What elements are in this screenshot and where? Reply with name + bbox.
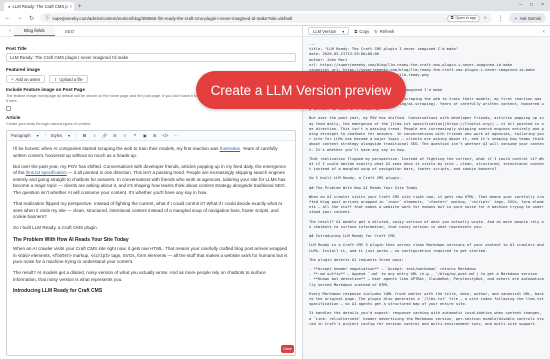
bold-icon[interactable]: B <box>82 133 87 138</box>
refresh-button[interactable]: ↻ Refresh <box>374 29 394 34</box>
tab-seo[interactable]: SEO <box>55 26 85 36</box>
inline-code: <footer> <box>52 252 72 258</box>
chevron-down-icon: ▾ <box>68 133 71 138</box>
version-select[interactable]: LLM Version ▾ <box>308 27 350 35</box>
copy-label: Copy <box>359 28 370 34</box>
article-label: Article <box>6 115 21 120</box>
reload-icon[interactable]: ↻ <box>28 15 35 22</box>
markdown-line: - **Known bot detection** — User agents … <box>309 277 544 287</box>
tab-blog-fields[interactable]: Blog fields <box>14 26 55 36</box>
sparkle-icon: ✦ <box>514 15 518 21</box>
rich-text-editor[interactable]: Paragraph ▾ Styles ▾ B I 🔗 ☰ ≡ ❝ ▣ ⊞ </> ⋯… <box>6 130 296 356</box>
text-run: elements, <box>29 252 53 258</box>
post-title-label: Post Title <box>6 46 27 51</box>
markdown-line: That realization flipped my perspective.… <box>309 156 544 172</box>
window-controls: – □ × <box>513 2 550 10</box>
image-icon[interactable]: ▣ <box>142 133 147 138</box>
llms-txt-link[interactable]: llms.txt specification <box>26 170 67 175</box>
code-icon[interactable]: </> <box>162 133 168 138</box>
article-paragraph: So I built LLM Ready, a Craft CMS plugin… <box>13 225 98 231</box>
frustration-link[interactable]: frustration <box>220 146 240 151</box>
numbered-list-icon[interactable]: ≡ <box>122 133 127 138</box>
article-heading: Introducing LLM Ready for Craft CMS <box>13 288 103 295</box>
add-asset-button[interactable]: + Add an asset <box>6 75 45 83</box>
checkbox-icon <box>6 106 11 111</box>
article-paragraph: But over the past year, my POV has shift… <box>13 164 289 197</box>
panel-back-icon[interactable]: ‹ <box>6 26 14 36</box>
quote-icon[interactable]: ❝ <box>132 133 137 138</box>
markdown-line: Every Markdown response includes YAML fr… <box>309 291 547 307</box>
back-arrow-icon[interactable]: ← <box>4 15 11 21</box>
address-url: superjeeeeky.com/admin/content/entries/b… <box>52 15 293 21</box>
text-run: markup, <box>71 252 91 258</box>
gemini-button[interactable]: ✦ Ask Gemini <box>509 13 546 23</box>
upload-icon: ⇪ <box>53 76 58 82</box>
article-paragraph: When an AI crawler visits your Craft CMS… <box>13 246 289 266</box>
refresh-icon: ↻ <box>374 28 378 34</box>
extensions-icon[interactable]: ⋮ <box>497 15 504 22</box>
markdown-line: The result? AI models get a diluted, noi… <box>309 219 544 229</box>
open-in-app-label: Open in app <box>455 16 477 20</box>
app-window: ● LLM Ready: The Craft CMS p × + – □ × ←… <box>0 0 550 359</box>
add-asset-label: Add an asset <box>15 76 40 82</box>
gemini-label: Ask Gemini <box>519 15 541 21</box>
minimize-icon[interactable]: – <box>519 2 522 8</box>
close-preview-icon[interactable]: × <box>542 29 545 34</box>
styles-select[interactable]: Styles ▾ <box>51 133 78 138</box>
forward-arrow-icon[interactable]: → <box>16 15 23 21</box>
link-icon[interactable]: 🔗 <box>102 133 107 139</box>
bookmark-star-icon[interactable]: ☆ <box>483 15 487 21</box>
markdown-line: But over the past year, my POV has shift… <box>309 116 547 152</box>
table-icon[interactable]: ⊞ <box>152 133 157 138</box>
preview-toolbar: LLM Version ▾ ⧉ Copy ↻ Refresh × <box>303 26 550 37</box>
markdown-line: LLM Ready is a Craft CMS 5 plugin that s… <box>309 243 547 253</box>
article-help: Create your body through various types o… <box>6 122 92 126</box>
version-select-label: LLM Version <box>313 28 337 34</box>
chevron-down-icon: ▾ <box>342 28 345 34</box>
tab-favicon-icon: ● <box>8 4 11 9</box>
text-run: I'll be honest: when AI companies starte… <box>13 146 220 151</box>
inline-code: <script> <box>90 252 111 258</box>
italic-icon[interactable]: I <box>92 133 97 138</box>
article-paragraph: The result? AI models get a diluted, noi… <box>13 270 266 282</box>
article-paragraph: That realization flipped my perspective.… <box>13 201 283 220</box>
browser-tab[interactable]: ● LLM Ready: The Craft CMS p × <box>4 2 74 11</box>
maximize-icon[interactable]: □ <box>530 2 533 8</box>
copy-icon: ⧉ <box>354 28 358 34</box>
chevron-down-icon: ▾ <box>36 133 39 138</box>
more-icon[interactable]: ⋯ <box>173 133 178 138</box>
open-in-app-button[interactable]: ⧉ Open in app <box>446 14 481 22</box>
article-heading: The Problem With How AI Reads Your Site … <box>13 236 129 243</box>
upload-file-label: Upload a file <box>59 76 83 82</box>
post-title-input[interactable]: LLM Ready: The Craft CMS plugin I never … <box>6 53 296 62</box>
paragraph-select-label: Paragraph <box>11 133 31 138</box>
close-tab-icon[interactable]: × <box>70 4 72 9</box>
paragraph-select[interactable]: Paragraph ▾ <box>11 133 46 138</box>
save-button[interactable]: Save <box>281 345 294 353</box>
field-tabs: ‹ Blog fields SEO <box>0 26 302 37</box>
callout-banner: Create a LLM Version preview <box>196 71 406 109</box>
copy-button[interactable]: ⧉ Copy <box>354 29 369 34</box>
markdown-line: When an AI crawler visits your Craft CMS… <box>309 194 544 215</box>
upload-file-button[interactable]: ⇪ Upload a file <box>48 75 88 83</box>
new-tab-icon[interactable]: + <box>74 4 86 11</box>
address-bar[interactable]: ⓘ superjeeeeky.com/admin/content/entries… <box>40 13 493 23</box>
site-info-icon[interactable]: ⓘ <box>45 15 49 21</box>
bullet-list-icon[interactable]: ☰ <box>112 133 117 138</box>
app-icon: ⧉ <box>450 16 454 20</box>
article-paragraph: I'll be honest: when AI companies starte… <box>13 146 289 159</box>
editor-toolbar: Paragraph ▾ Styles ▾ B I 🔗 ☰ ≡ ❝ ▣ ⊞ </> ⋯ <box>7 131 295 141</box>
browser-toolbar: ← → ↻ ⓘ superjeeeeky.com/admin/content/e… <box>0 11 550 26</box>
editor-body[interactable]: I'll be honest: when AI companies starte… <box>7 141 295 295</box>
styles-select-label: Styles <box>50 133 63 138</box>
refresh-label: Refresh <box>379 28 395 34</box>
plus-icon: + <box>11 76 14 82</box>
markdown-line: It handles the details you'd expect: res… <box>309 311 544 326</box>
tab-title: LLM Ready: The Craft CMS p <box>12 4 68 9</box>
browser-tab-bar: ● LLM Ready: The Craft CMS p × + – □ × <box>0 0 550 11</box>
inline-code: <nav> <box>17 252 30 258</box>
close-window-icon[interactable]: × <box>541 2 544 8</box>
